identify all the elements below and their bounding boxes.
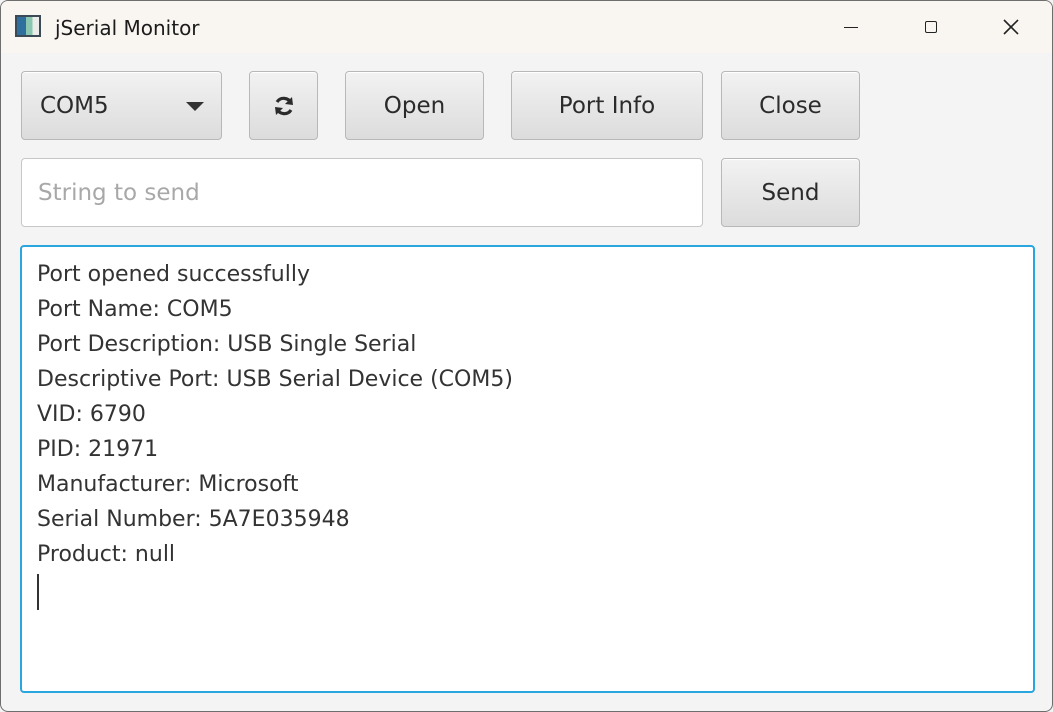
- output-line: Descriptive Port: USB Serial Device (COM…: [37, 367, 513, 392]
- output-line: Port Description: USB Single Serial: [37, 332, 417, 357]
- chevron-down-icon: [186, 102, 204, 111]
- output-line: VID: 6790: [37, 402, 146, 427]
- port-select[interactable]: COM5: [21, 71, 222, 140]
- minimize-icon: [844, 26, 858, 28]
- close-icon: [1003, 19, 1019, 35]
- output-textarea[interactable]: Port opened successfully Port Name: COM5…: [20, 245, 1035, 693]
- app-icon: [15, 15, 41, 37]
- send-button[interactable]: Send: [721, 158, 860, 227]
- refresh-icon: [274, 96, 293, 115]
- minimize-button[interactable]: [811, 1, 891, 53]
- send-input[interactable]: [21, 158, 703, 227]
- close-window-button[interactable]: [971, 1, 1051, 53]
- port-info-button[interactable]: Port Info: [511, 71, 703, 140]
- close-port-button[interactable]: Close: [721, 71, 860, 140]
- open-button[interactable]: Open: [345, 71, 484, 140]
- text-caret: [37, 574, 39, 610]
- refresh-button[interactable]: [249, 71, 318, 140]
- output-line: Product: null: [37, 542, 176, 567]
- maximize-button[interactable]: [891, 1, 971, 53]
- output-line: Port opened successfully: [37, 262, 310, 287]
- window-title: jSerial Monitor: [55, 16, 200, 40]
- port-select-value: COM5: [40, 92, 109, 119]
- maximize-icon: [925, 21, 937, 33]
- app-window: jSerial Monitor COM5 Open Port Info Clos…: [0, 0, 1053, 712]
- output-line: Port Name: COM5: [37, 297, 233, 322]
- output-line: Manufacturer: Microsoft: [37, 472, 299, 497]
- output-line: Serial Number: 5A7E035948: [37, 507, 350, 532]
- output-line: PID: 21971: [37, 437, 159, 462]
- title-bar[interactable]: jSerial Monitor: [1, 1, 1052, 53]
